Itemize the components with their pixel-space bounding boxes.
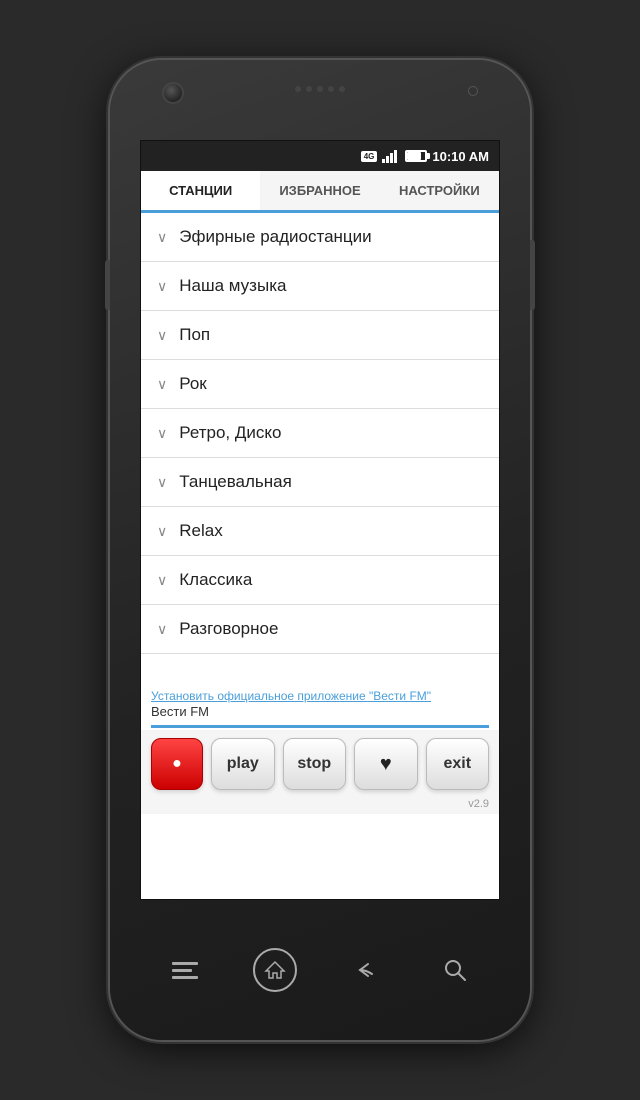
chevron-icon: ∨ — [157, 621, 167, 638]
chevron-icon: ∨ — [157, 523, 167, 540]
chevron-icon: ∨ — [157, 229, 167, 246]
status-bar: 4G 10:10 AM — [141, 141, 499, 171]
phone-navigation — [110, 900, 530, 1040]
menu-icon — [172, 960, 198, 980]
sensor — [468, 86, 478, 96]
info-bar: Установить официальное приложение "Вести… — [141, 683, 499, 730]
list-item[interactable]: ∨ Рок — [141, 360, 499, 409]
clock: 10:10 AM — [432, 149, 489, 164]
favorite-button[interactable]: ♥ — [354, 738, 418, 790]
current-station: Вести FM — [151, 704, 209, 719]
install-link[interactable]: Установить официальное приложение "Вести… — [151, 689, 489, 703]
station-name: Танцевальная — [179, 472, 292, 492]
volume-button[interactable] — [105, 260, 110, 310]
chevron-icon: ∨ — [157, 278, 167, 295]
chevron-icon: ∨ — [157, 425, 167, 442]
back-icon — [352, 960, 378, 980]
home-icon — [264, 959, 286, 981]
list-item[interactable]: ∨ Классика — [141, 556, 499, 605]
station-name: Разговорное — [179, 619, 278, 639]
chevron-icon: ∨ — [157, 327, 167, 344]
exit-button[interactable]: exit — [426, 738, 490, 790]
station-name: Наша музыка — [179, 276, 286, 296]
list-item[interactable]: ∨ Эфирные радиостанции — [141, 213, 499, 262]
search-nav-button[interactable] — [433, 948, 477, 992]
front-camera — [162, 82, 184, 104]
phone-screen: 4G 10:10 AM СТАНЦИИ ИЗБРАННОЕ НАСТРОЙКИ — [140, 140, 500, 900]
tab-stations[interactable]: СТАНЦИИ — [141, 171, 260, 213]
list-item[interactable]: ∨ Поп — [141, 311, 499, 360]
menu-nav-button[interactable] — [163, 948, 207, 992]
list-item[interactable]: ∨ Relax — [141, 507, 499, 556]
status-icons: 4G 10:10 AM — [361, 149, 489, 164]
home-nav-button[interactable] — [253, 948, 297, 992]
station-name: Рок — [179, 374, 206, 394]
station-list: ∨ Эфирные радиостанции ∨ Наша музыка ∨ П… — [141, 213, 499, 683]
station-name: Классика — [179, 570, 252, 590]
chevron-icon: ∨ — [157, 474, 167, 491]
phone-top — [110, 60, 530, 140]
list-item[interactable]: ∨ Наша музыка — [141, 262, 499, 311]
app-tabs: СТАНЦИИ ИЗБРАННОЕ НАСТРОЙКИ — [141, 171, 499, 213]
power-button[interactable] — [530, 240, 535, 310]
signal-icon — [382, 149, 400, 163]
controls-bar: ● play stop ♥ exit — [141, 730, 499, 798]
station-name: Relax — [179, 521, 222, 541]
list-item[interactable]: ∨ Танцевальная — [141, 458, 499, 507]
chevron-icon: ∨ — [157, 376, 167, 393]
record-button[interactable]: ● — [151, 738, 203, 790]
stop-button[interactable]: stop — [283, 738, 347, 790]
progress-line — [151, 725, 489, 728]
earpiece-speaker — [295, 86, 345, 92]
list-item[interactable]: ∨ Разговорное — [141, 605, 499, 654]
station-name: Поп — [179, 325, 210, 345]
battery-icon — [405, 150, 427, 162]
list-item[interactable]: ∨ Ретро, Диско — [141, 409, 499, 458]
network-badge: 4G — [361, 151, 378, 162]
phone-body: 4G 10:10 AM СТАНЦИИ ИЗБРАННОЕ НАСТРОЙКИ — [110, 60, 530, 1040]
version-label: v2.9 — [141, 798, 499, 814]
back-nav-button[interactable] — [343, 948, 387, 992]
play-button[interactable]: play — [211, 738, 275, 790]
station-name: Эфирные радиостанции — [179, 227, 371, 247]
tab-favorites[interactable]: ИЗБРАННОЕ — [260, 171, 379, 213]
tab-settings[interactable]: НАСТРОЙКИ — [380, 171, 499, 213]
station-name: Ретро, Диско — [179, 423, 281, 443]
chevron-icon: ∨ — [157, 572, 167, 589]
search-icon — [443, 958, 467, 982]
